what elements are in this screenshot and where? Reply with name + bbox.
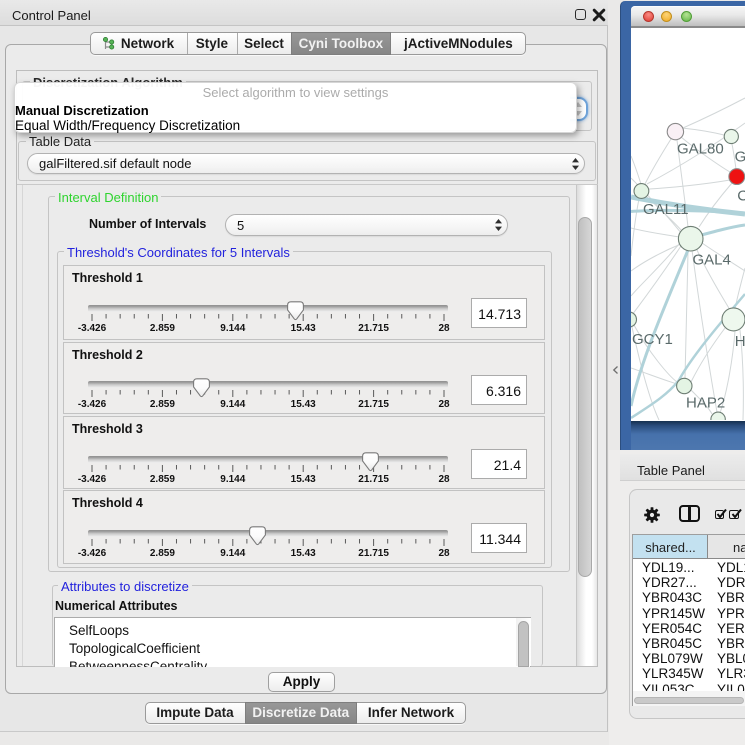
svg-text:CR: CR — [737, 188, 745, 205]
svg-text:GCY1: GCY1 — [632, 331, 673, 348]
svg-text:GAL11: GAL11 — [643, 201, 689, 218]
svg-text:HI: HI — [735, 333, 745, 350]
svg-text:HAP2: HAP2 — [686, 395, 725, 412]
svg-text:GAL4: GAL4 — [693, 252, 731, 269]
svg-text:GA: GA — [735, 149, 745, 166]
svg-text:GAL80: GAL80 — [677, 141, 724, 158]
